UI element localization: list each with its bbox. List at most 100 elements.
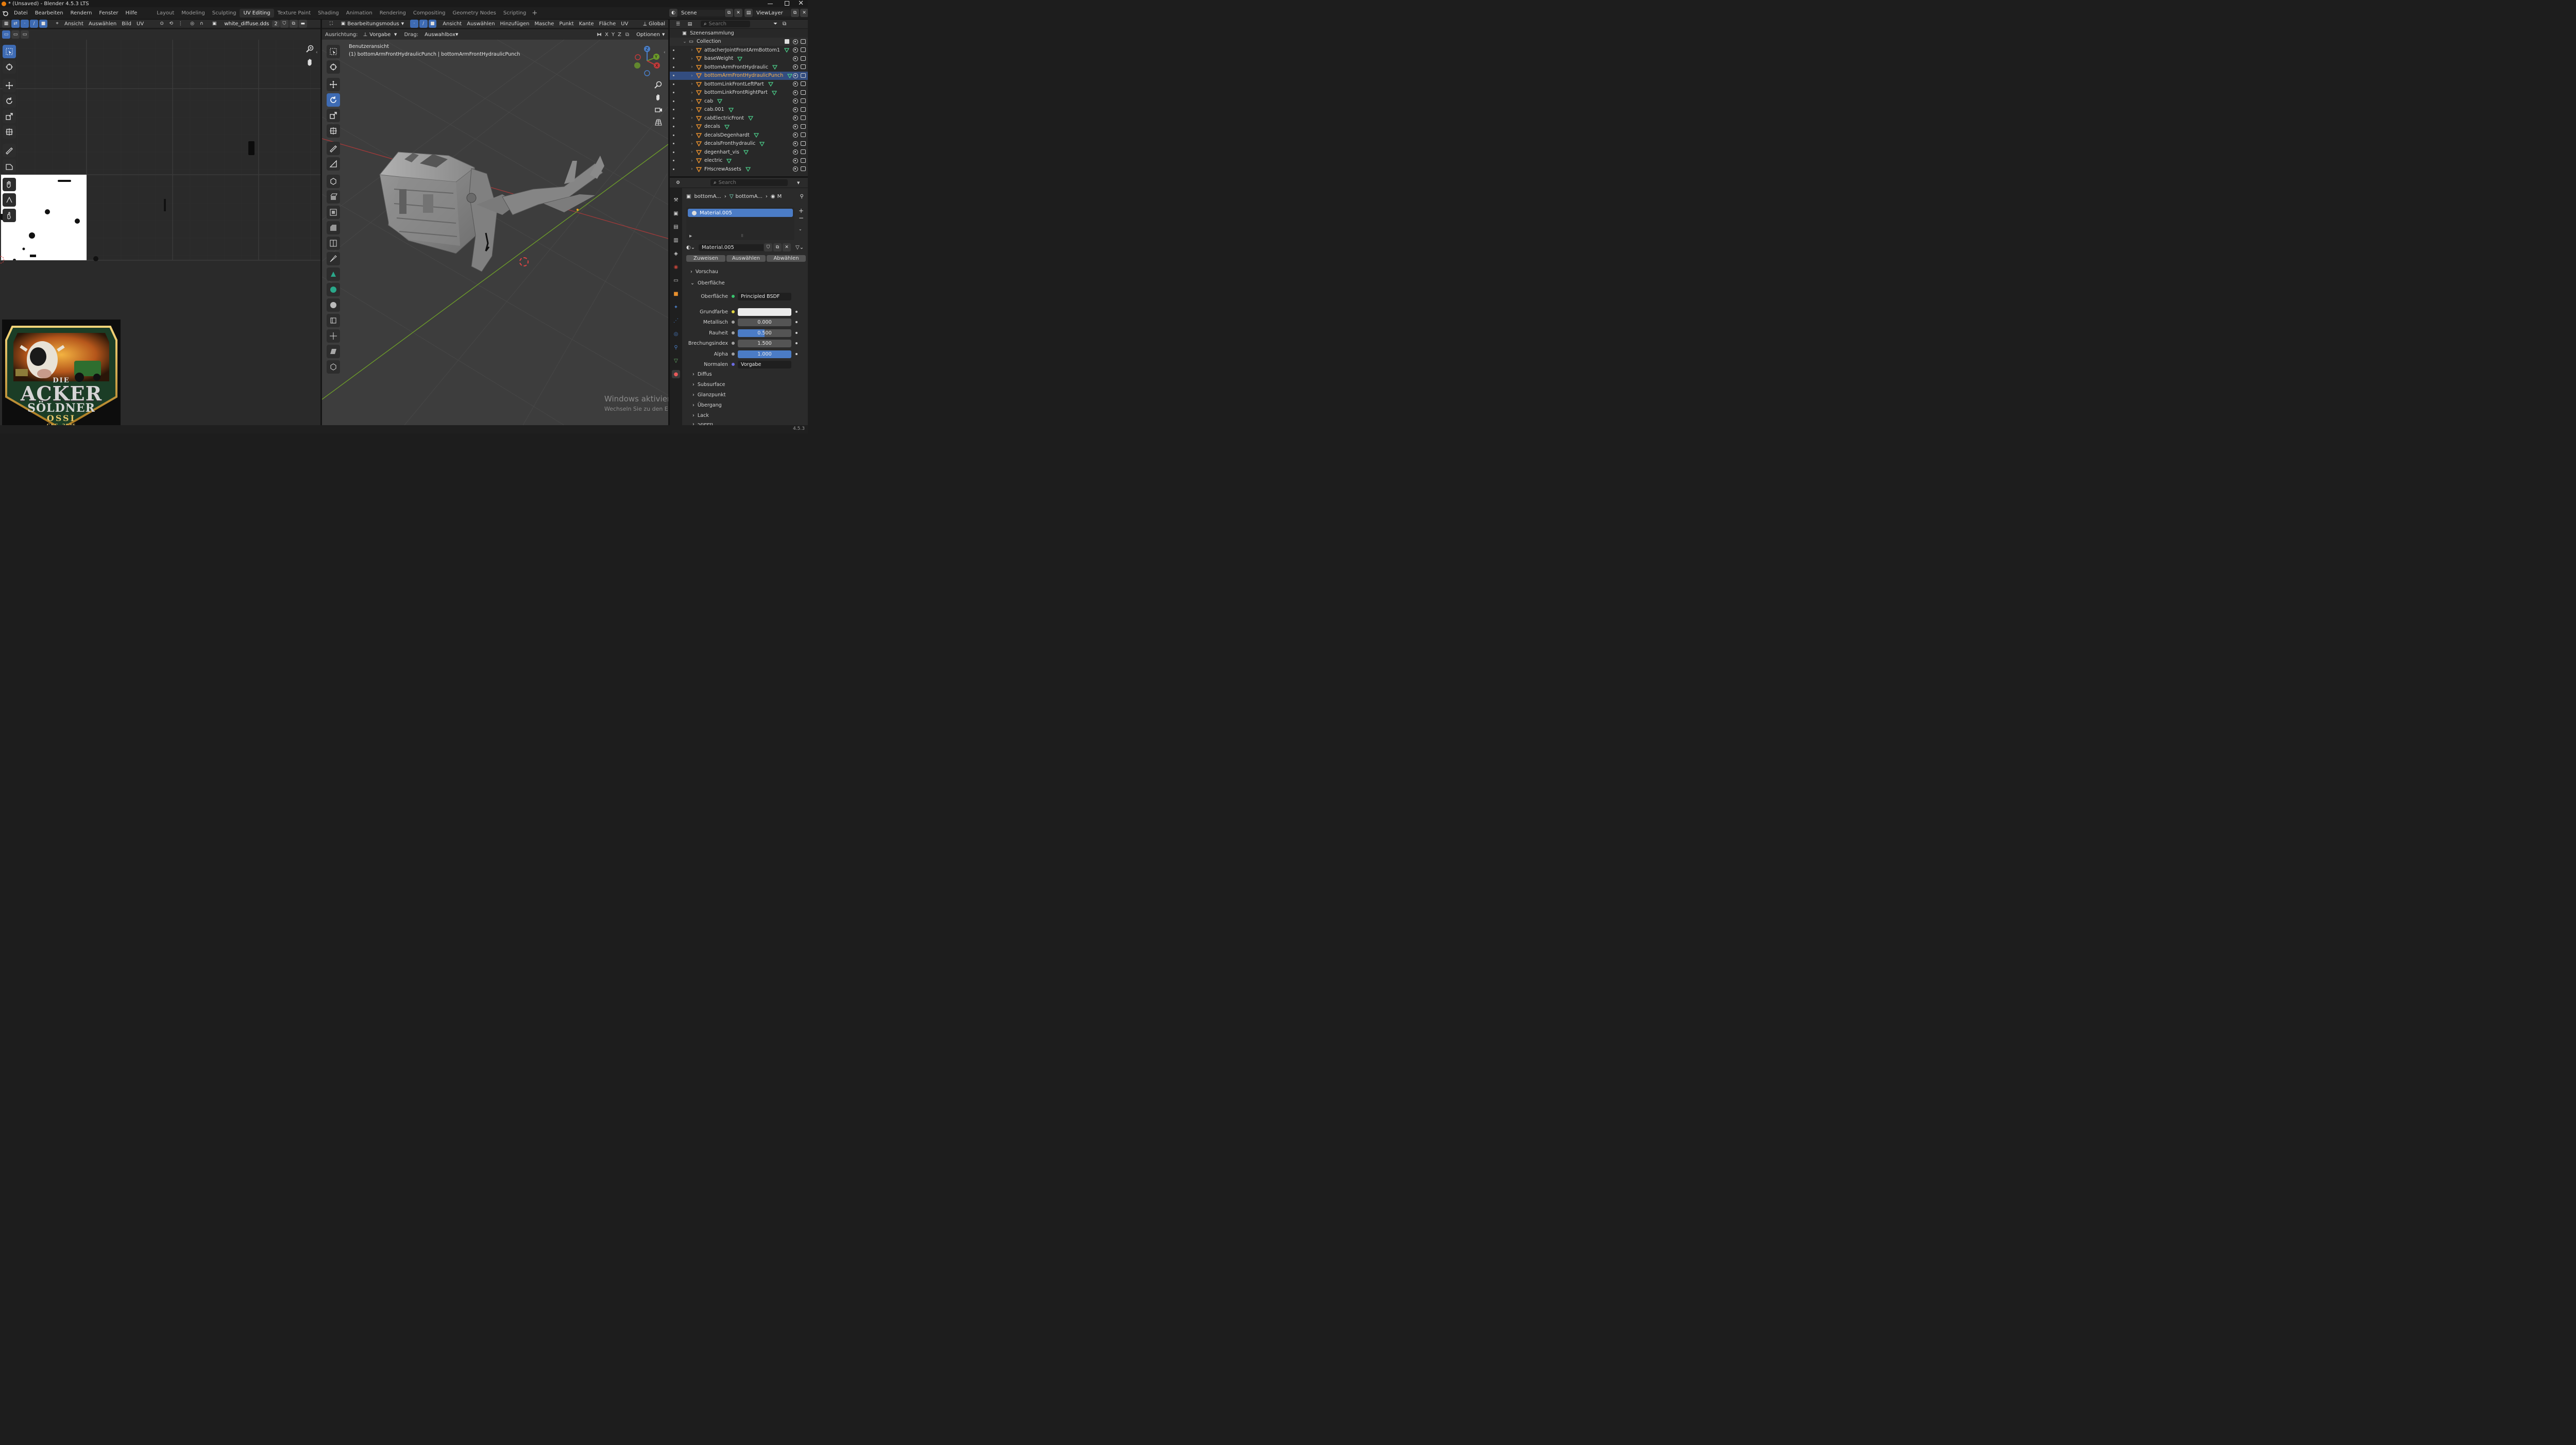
expand-chevron-icon[interactable]: ›: [689, 158, 694, 163]
link-type-icon[interactable]: ▽⌄: [795, 245, 804, 250]
visibility-eye-icon[interactable]: [793, 124, 798, 129]
outliner-editor-type-icon[interactable]: ☰: [674, 20, 682, 28]
outliner-object-row[interactable]: › degenhart_vis: [670, 148, 808, 157]
expand-chevron-icon[interactable]: ›: [689, 115, 694, 121]
visibility-eye-icon[interactable]: [793, 166, 798, 172]
view-menu-auswaehlen[interactable]: Auswählen: [464, 21, 497, 27]
new-scene-icon[interactable]: ⧉: [725, 9, 733, 17]
collection-exclude-checkbox[interactable]: [785, 39, 789, 44]
outliner-object-row[interactable]: › bottomLinkFrontLeftPart: [670, 80, 808, 89]
tab-rendering[interactable]: Rendering: [376, 9, 410, 18]
viewport-zoom-icon[interactable]: [654, 81, 663, 91]
select-mode-subtract-icon[interactable]: ▭: [21, 30, 29, 39]
render-camera-icon[interactable]: [801, 90, 806, 95]
properties-editor-type-icon[interactable]: ⚙: [674, 178, 682, 187]
keyframe-dot-icon[interactable]: [795, 332, 798, 334]
view-layer-selector[interactable]: ▤ ViewLayer ⧉ ✕: [744, 9, 808, 17]
material-name-field[interactable]: Material.005: [699, 244, 764, 251]
shear-tool[interactable]: [327, 345, 340, 358]
scene-tab-icon[interactable]: ◈: [672, 249, 680, 258]
add-workspace-icon[interactable]: +: [532, 9, 537, 17]
left-dot-icon[interactable]: [673, 66, 674, 68]
expand-chevron-icon[interactable]: ›: [689, 90, 694, 95]
outliner-object-row[interactable]: › decals: [670, 123, 808, 131]
expand-chevron-icon[interactable]: ›: [689, 47, 694, 53]
select-button[interactable]: Auswählen: [726, 255, 766, 262]
render-camera-icon[interactable]: [801, 56, 806, 61]
keyframe-dot-icon[interactable]: [795, 342, 798, 344]
menu-bearbeiten[interactable]: Bearbeiten: [31, 10, 67, 16]
remove-slot-icon[interactable]: −: [799, 214, 806, 222]
proportional-edit-icon[interactable]: ◎: [188, 20, 197, 28]
outliner-object-row[interactable]: › decalsDegenhardt: [670, 131, 808, 140]
edge-slide-tool[interactable]: [327, 314, 340, 327]
face-select-icon[interactable]: ■: [39, 20, 47, 28]
viewport-cursor-tool[interactable]: [327, 60, 340, 74]
visibility-eye-icon[interactable]: [793, 47, 798, 53]
image-users-count[interactable]: 2: [272, 20, 280, 27]
view-menu-flaeche[interactable]: Fläche: [597, 21, 619, 27]
expand-chevron-icon[interactable]: ›: [689, 81, 694, 87]
snap-target-icon[interactable]: ⋮: [176, 20, 185, 28]
material-field-value[interactable]: Vorgabe: [738, 360, 791, 368]
tab-geometry-nodes[interactable]: Geometry Nodes: [449, 9, 500, 18]
visibility-eye-icon[interactable]: [793, 158, 798, 163]
object-tab-icon[interactable]: ■: [672, 290, 680, 298]
outliner-scene-collection[interactable]: ▣ Szenensammlung: [670, 29, 808, 38]
rip-region-tool[interactable]: [3, 159, 16, 173]
uv-menu-ansicht[interactable]: Ansicht: [62, 21, 86, 27]
expand-chevron-icon[interactable]: ›: [689, 64, 694, 70]
rip-tool[interactable]: [327, 360, 340, 374]
tab-layout[interactable]: Layout: [153, 9, 178, 18]
view-menu-masche[interactable]: Masche: [532, 21, 556, 27]
move-tool[interactable]: [3, 79, 16, 92]
output-tab-icon[interactable]: ▤: [672, 223, 680, 231]
left-dot-icon[interactable]: [673, 83, 674, 85]
visibility-eye-icon[interactable]: [793, 98, 798, 104]
viewport-pan-icon[interactable]: [654, 93, 663, 103]
expand-chevron-icon[interactable]: ›: [689, 141, 694, 146]
expand-chevron-icon[interactable]: ›: [689, 149, 694, 155]
visibility-eye-icon[interactable]: [793, 73, 798, 78]
filter-icon[interactable]: ⏷: [773, 21, 777, 27]
edge-select-icon[interactable]: /: [30, 20, 38, 28]
outliner-object-row[interactable]: › decalsFronthydraulic: [670, 140, 808, 148]
new-collection-icon[interactable]: ⧉: [783, 21, 786, 27]
poly-build-tool[interactable]: [327, 267, 340, 281]
scene-selector[interactable]: ◐ Scene ⧉ ✕: [669, 9, 743, 17]
render-camera-icon[interactable]: [801, 73, 806, 78]
left-dot-icon[interactable]: [673, 100, 674, 102]
chevron-down-icon[interactable]: ▼: [797, 181, 800, 185]
uv-menu-auswaehlen[interactable]: Auswählen: [86, 21, 119, 27]
new-image-icon[interactable]: ⧉: [289, 20, 298, 28]
left-dot-icon[interactable]: [673, 126, 674, 128]
add-slot-icon[interactable]: +: [799, 207, 806, 214]
select-mode-new-icon[interactable]: ▭: [2, 30, 10, 39]
particles-tab-icon[interactable]: ⋰: [672, 316, 680, 325]
viewport-transform-tool[interactable]: [327, 124, 340, 138]
material-subsection-header[interactable]: › Lack: [692, 413, 709, 418]
vertex-select-icon[interactable]: ·: [21, 20, 29, 28]
sync-selection-icon[interactable]: ⇄: [11, 20, 20, 28]
viewport-canvas[interactable]: Benutzeransicht (1) bottomArmFrontHydrau…: [322, 40, 668, 425]
world-tab-icon[interactable]: ◉: [672, 263, 680, 271]
expand-chevron-icon[interactable]: ›: [689, 107, 694, 112]
material-field-value[interactable]: 1.500: [738, 339, 791, 347]
material-field-value[interactable]: 0.500: [738, 329, 791, 337]
data-tab-icon[interactable]: ▽: [672, 357, 680, 365]
auto-merge-icon[interactable]: ⧉: [625, 32, 629, 38]
mode-selector[interactable]: ▣ Bearbeitungsmodus ▼: [337, 20, 408, 27]
fake-user-shield-icon[interactable]: ⛉: [764, 243, 772, 251]
tab-scripting[interactable]: Scripting: [500, 9, 530, 18]
unlink-material-icon[interactable]: ✕: [783, 243, 791, 251]
viewport-editor-type-icon[interactable]: ⛶: [327, 20, 335, 28]
left-dot-icon[interactable]: [673, 58, 674, 60]
measure-tool[interactable]: [327, 157, 340, 171]
visibility-eye-icon[interactable]: [793, 141, 798, 146]
outliner-object-row[interactable]: › cab: [670, 97, 808, 106]
blender-menu-icon[interactable]: [2, 10, 8, 16]
viewport-sidebar-toggle-icon[interactable]: ‹: [664, 50, 666, 55]
expand-chevron-icon[interactable]: ›: [689, 98, 694, 104]
render-camera-icon[interactable]: [801, 166, 806, 172]
visibility-eye-icon[interactable]: [793, 90, 798, 95]
